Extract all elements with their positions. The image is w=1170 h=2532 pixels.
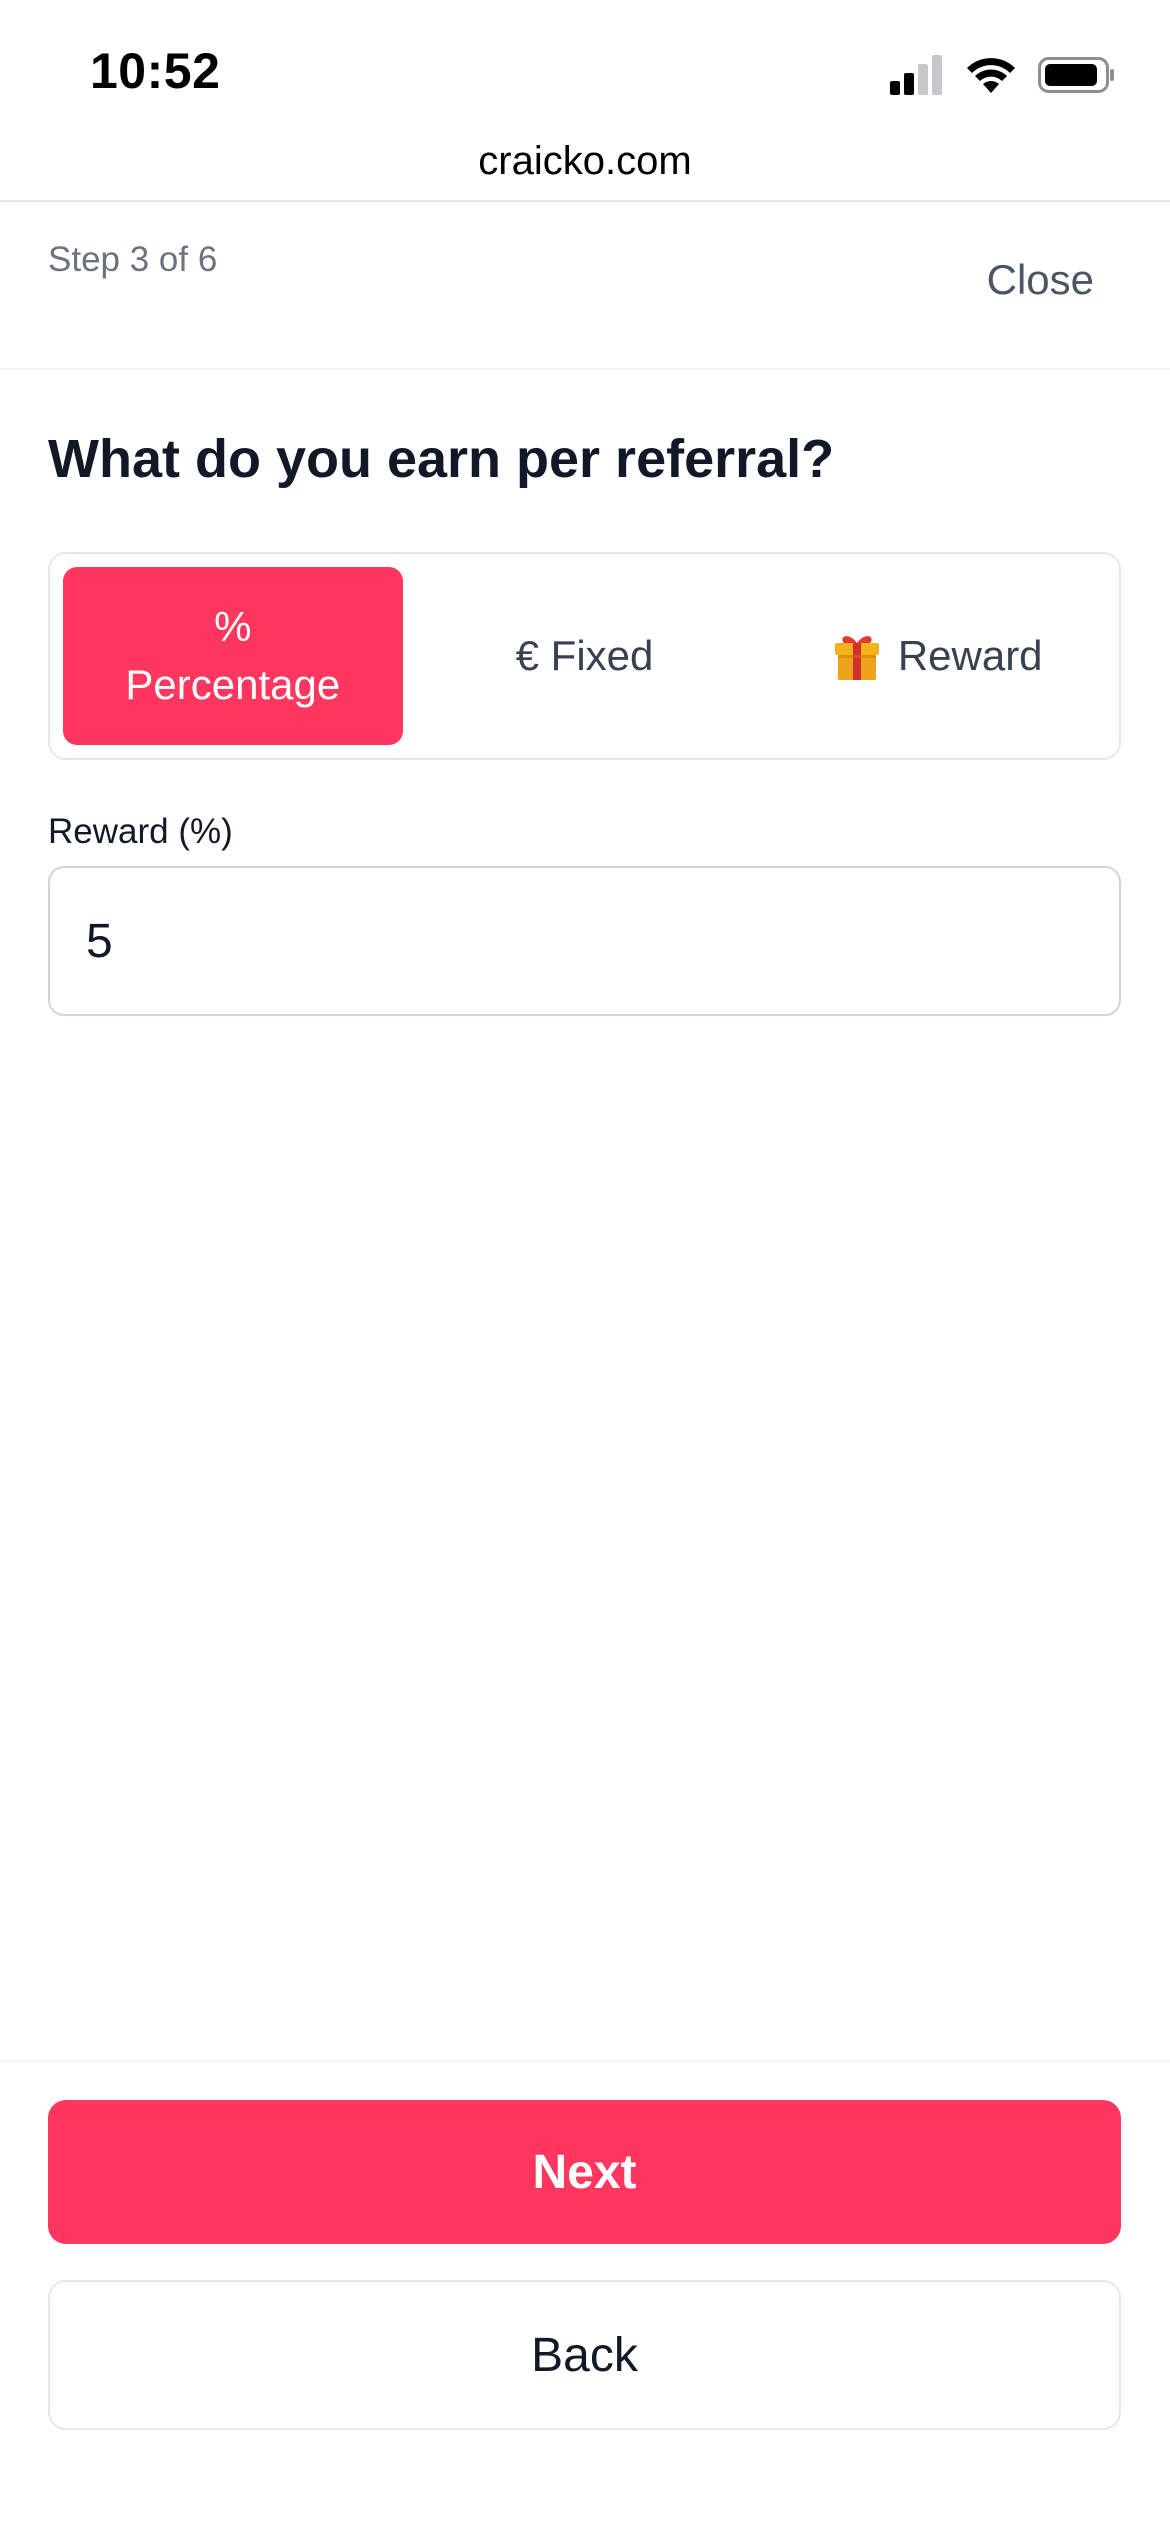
reward-field-label: Reward (%) (48, 812, 233, 851)
option-reward[interactable]: Reward (766, 567, 1106, 745)
option-reward-row: Reward (830, 627, 1043, 685)
option-percentage-label: Percentage (125, 661, 341, 708)
option-reward-label: Reward (897, 632, 1043, 679)
option-fixed[interactable]: € Fixed (415, 567, 755, 745)
option-percentage[interactable]: % Percentage (63, 567, 403, 745)
wifi-icon (967, 58, 1015, 93)
option-fixed-label: € Fixed (515, 632, 654, 679)
browser-url-bar[interactable]: craicko.com (0, 130, 1170, 202)
reward-input[interactable] (48, 866, 1121, 1016)
status-icons (890, 52, 1116, 98)
status-bar: 10:52 (0, 0, 1170, 130)
percent-symbol: % (214, 603, 252, 650)
page-title: What do you earn per referral? (48, 429, 835, 489)
gift-icon (834, 636, 879, 680)
url-text: craicko.com (478, 139, 692, 183)
earning-type-selector: % Percentage € Fixed Reward (48, 552, 1121, 760)
step-indicator: Step 3 of 6 (48, 240, 218, 279)
battery-icon (1038, 57, 1114, 93)
screen: 10:52 craicko.com Step 3 of 6 Close What… (0, 0, 1170, 2532)
status-time: 10:52 (90, 43, 221, 99)
close-button[interactable]: Close (987, 256, 1094, 304)
next-button[interactable]: Next (48, 2100, 1121, 2244)
back-button[interactable]: Back (48, 2280, 1121, 2430)
footer: Next Back (0, 2060, 1170, 2532)
cellular-signal-icon (890, 55, 942, 95)
wizard-header: Step 3 of 6 Close (0, 202, 1170, 370)
